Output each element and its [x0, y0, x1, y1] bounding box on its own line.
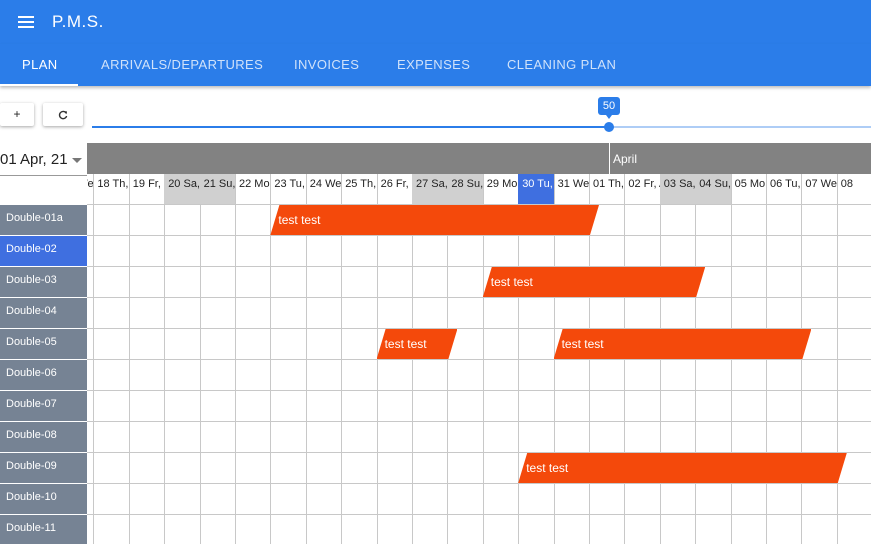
grid-column-line: [801, 205, 803, 544]
room-row-label[interactable]: Double-08: [0, 422, 87, 453]
booking-bar[interactable]: test test: [270, 205, 599, 235]
day-header-cell: 20 Sa,: [164, 174, 201, 205]
day-header-cell: 26 Fr, M: [376, 174, 413, 205]
tab-cleaning-plan[interactable]: CLEANING PLAN: [507, 44, 616, 86]
grid-row-line: [87, 483, 871, 484]
room-row-label[interactable]: Double-06: [0, 360, 87, 391]
day-header-cell: 07 We,: [801, 174, 838, 205]
tab-invoices[interactable]: INVOICES: [294, 44, 359, 86]
main-tabs: PLAN ARRIVALS/DEPARTURES INVOICES EXPENS…: [0, 44, 871, 86]
refresh-icon: [58, 110, 68, 120]
day-header-cell: 03 Sa,: [659, 174, 697, 205]
room-row-label[interactable]: Double-02: [0, 236, 87, 267]
grid-column-line: [235, 205, 236, 544]
day-header-cell: 04 Su,: [695, 174, 732, 205]
room-row-label[interactable]: Double-11: [0, 515, 87, 544]
grid-column-line: [836, 205, 838, 544]
grid-column-line: [199, 205, 201, 544]
grid-row-line: [87, 266, 871, 267]
grid-column-line: [305, 205, 307, 544]
grid-row-line: [87, 235, 871, 236]
day-header-cell: 08: [836, 174, 871, 205]
booking-bar[interactable]: test test: [377, 329, 458, 359]
day-header-cell: 28 Su,: [447, 174, 484, 205]
room-row-label[interactable]: Double-04: [0, 298, 87, 329]
grid-row-line: [87, 421, 871, 422]
grid-column-line: [164, 205, 166, 544]
day-header-cell: 18 Th,: [93, 174, 130, 205]
day-header-cell: 27 Sa,: [412, 174, 449, 205]
grid-row-line: [87, 297, 871, 298]
grid-column-line: [589, 205, 590, 544]
grid-column-line: [518, 205, 520, 544]
day-header-cell: 19 Fr, M: [128, 174, 166, 205]
room-row-label[interactable]: Double-07: [0, 391, 87, 422]
date-picker-value: 01 Apr, 21: [0, 151, 68, 168]
day-header-cell: 25 Th,: [341, 174, 378, 205]
tab-plan[interactable]: PLAN: [22, 44, 58, 86]
booking-bar[interactable]: test test: [483, 267, 705, 297]
booking-guest-name: test test: [561, 337, 604, 351]
grid-column-line: [341, 205, 343, 544]
date-picker[interactable]: 01 Apr, 21: [0, 143, 87, 176]
grid-row-line: [87, 359, 871, 360]
grid-column-line: [128, 205, 130, 544]
app-title: P.M.S.: [52, 12, 104, 31]
booking-guest-name: test test: [384, 337, 427, 351]
booking-grid[interactable]: test test test test test test test test test…: [87, 205, 871, 544]
month-header: April: [87, 143, 871, 174]
date-picker-underline: [0, 175, 87, 176]
month-divider: [609, 143, 610, 174]
day-header-cell: 30 Tu,: [518, 174, 555, 205]
day-header-cell: 02 Fr, A: [624, 174, 661, 205]
room-row-label[interactable]: Double-05: [0, 329, 87, 360]
app-bar: P.M.S.: [0, 0, 871, 44]
add-button[interactable]: +: [0, 103, 34, 126]
grid-column-line: [553, 205, 555, 544]
booking-bar[interactable]: test test: [518, 453, 847, 483]
grid-column-line: [659, 205, 661, 544]
zoom-slider-thumb[interactable]: [604, 122, 614, 132]
booking-guest-name: test test: [490, 275, 533, 289]
grid-column-line: [447, 205, 449, 544]
month-label: April: [613, 152, 638, 166]
menu-icon[interactable]: [0, 0, 52, 44]
day-header-cell: 01 Th,: [589, 174, 626, 205]
day-header-cell: 22 Mo: [235, 174, 272, 205]
room-list: Double-01a Double-02 Double-03 Double-04 Dou…: [0, 205, 87, 544]
day-header-cell: 21 Su,: [199, 174, 236, 205]
grid-row-line: [87, 390, 871, 391]
day-header-cell: 24 We,: [305, 174, 343, 205]
zoom-slider-value: 50: [598, 97, 620, 119]
booking-guest-name: test test: [278, 213, 321, 227]
booking-bar[interactable]: test test: [554, 329, 812, 359]
grid-column-line: [730, 205, 732, 544]
grid-row-line: [87, 514, 871, 515]
tab-arrivals-departures[interactable]: ARRIVALS/DEPARTURES: [101, 44, 263, 86]
day-header-cell: 31 We,: [553, 174, 590, 205]
grid-column-line: [695, 205, 697, 544]
refresh-button[interactable]: [43, 103, 83, 126]
day-header-cell: 05 Mo: [730, 174, 767, 205]
active-tab-indicator: [0, 84, 78, 86]
day-header-row: 17 We18 Th,19 Fr, M20 Sa,21 Su,22 Mo23 T…: [87, 174, 871, 205]
grid-column-line: [93, 205, 95, 544]
room-row-label[interactable]: Double-09: [0, 453, 87, 484]
room-row-label[interactable]: Double-01a: [0, 205, 87, 236]
room-row-label[interactable]: Double-10: [0, 484, 87, 515]
room-row-label[interactable]: Double-03: [0, 267, 87, 298]
booking-guest-name: test test: [526, 461, 569, 475]
grid-column-line: [624, 205, 626, 544]
chevron-down-icon: [72, 158, 82, 163]
grid-column-line: [412, 205, 413, 544]
grid-column-line: [482, 205, 484, 544]
grid-column-line: [376, 205, 378, 544]
day-header-cell: 29 Mo: [482, 174, 520, 205]
tab-expenses[interactable]: EXPENSES: [397, 44, 470, 86]
grid-column-line: [766, 205, 767, 544]
grid-column-line: [270, 205, 272, 544]
day-header-cell: 06 Tu,: [766, 174, 803, 205]
zoom-slider-fill: [92, 126, 609, 128]
day-header-cell: 23 Tu,: [270, 174, 307, 205]
